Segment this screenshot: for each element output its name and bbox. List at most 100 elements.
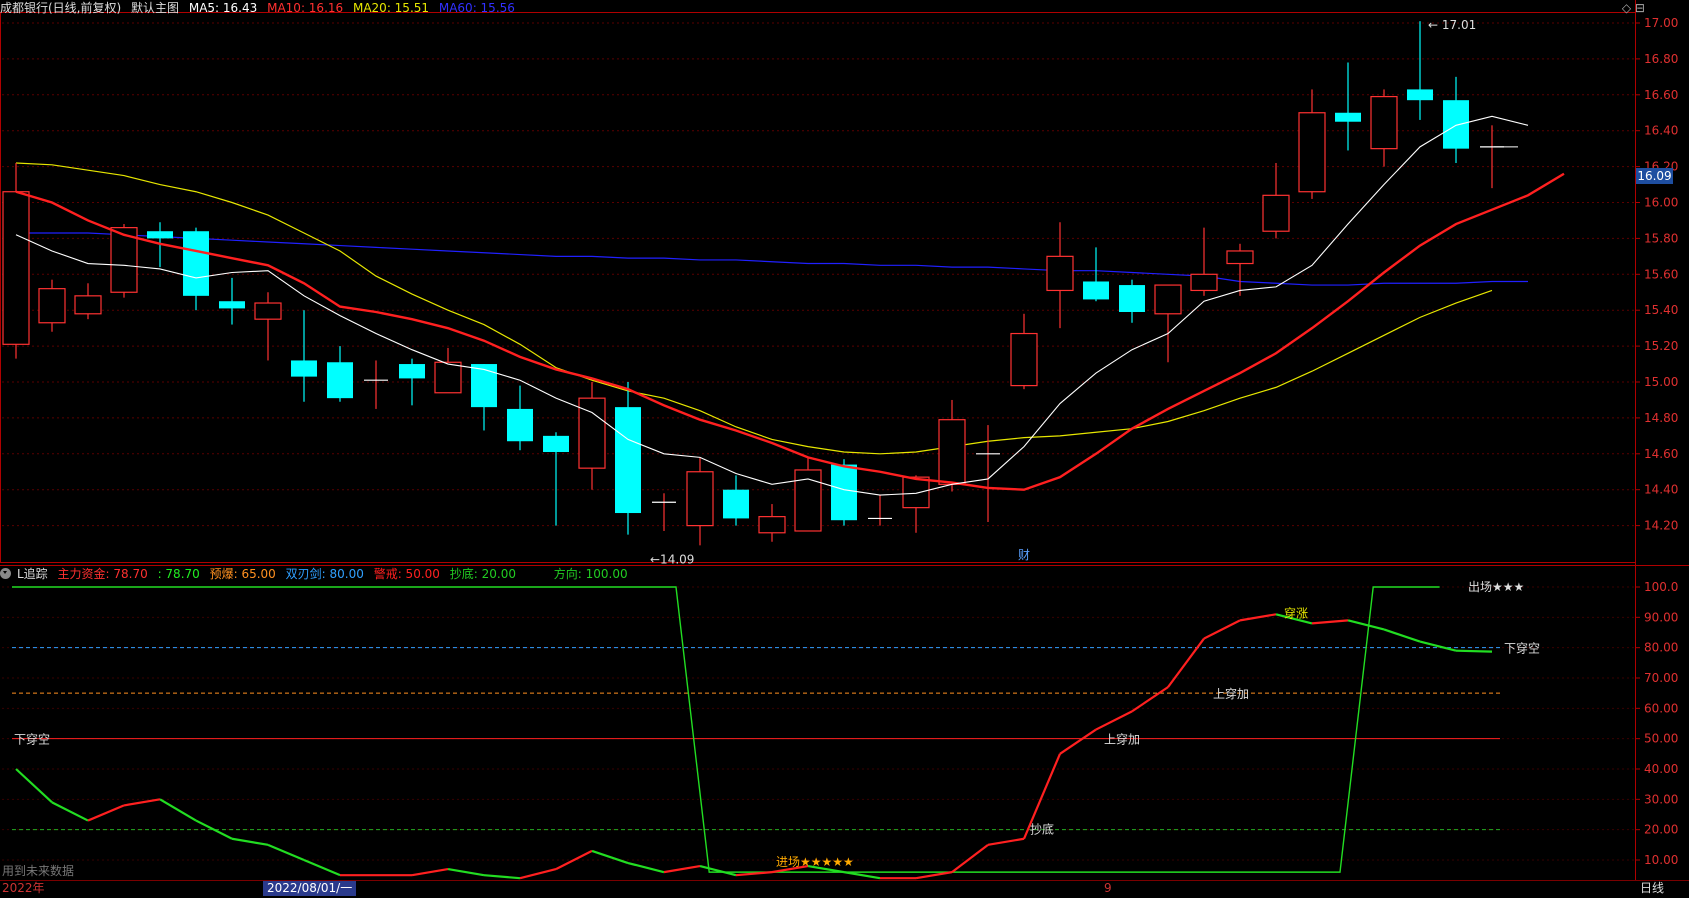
main-fund-segment [1131, 686, 1169, 713]
main-fund-segment [915, 871, 953, 880]
ma60-line [16, 232, 1528, 286]
signal-entry-label: 进场★★★★★ [776, 855, 854, 869]
stock-title[interactable]: 成都银行(日线,前复权) [0, 1, 121, 15]
main-fund-segment [951, 843, 989, 874]
signal-exit-label: 出场★★★ [1468, 580, 1524, 594]
month-mark: 9 [1104, 881, 1112, 895]
candle-body-down [147, 231, 173, 239]
main-fund-segment [1239, 613, 1277, 622]
main-tick-label: 15.80 [1644, 231, 1678, 245]
indicator-header: L追踪 主力资金: 78.70 : 78.70 预爆: 65.00 双刃剑: 8… [0, 566, 634, 582]
ind-tick-label: 100.0 [1644, 580, 1678, 594]
chart-name[interactable]: 默认主图 [131, 1, 179, 15]
main-fund-segment [87, 804, 125, 822]
ind-tick-label: 10.00 [1644, 853, 1678, 867]
main-fund-segment [123, 798, 161, 807]
candle-body-down [183, 231, 209, 296]
candle-body-up [1190, 273, 1218, 292]
jingjie-value: 警戒: 50.00 [373, 567, 440, 581]
ind-tick-label: 90.00 [1644, 610, 1678, 624]
shuangren-value: 双刃剑: 80.00 [285, 567, 364, 581]
ind-tick-label: 60.00 [1644, 701, 1678, 715]
main-fund-segment [51, 801, 89, 822]
candle-body-down [831, 464, 857, 521]
candle-body-up [434, 361, 462, 394]
ind-tick-label: 70.00 [1644, 671, 1678, 685]
main-tick-label: 15.60 [1644, 267, 1678, 281]
low-price-label: ←14.09 [650, 552, 694, 566]
candle-body-up [1370, 95, 1398, 150]
candle-body-up [1154, 284, 1182, 315]
main-fund-segment [1455, 649, 1493, 653]
signal-add-label-1: 上穿加 [1104, 732, 1140, 747]
ind-tick-label: 30.00 [1644, 792, 1678, 806]
ind-tick-label: 40.00 [1644, 762, 1678, 776]
main-fund-segment [1311, 619, 1349, 625]
zhuli2-value: : 78.70 [157, 567, 200, 581]
candle-body-down [291, 360, 317, 377]
current-price-tag: 16.09 [1636, 168, 1673, 184]
indicator-menu-icon[interactable] [0, 568, 11, 579]
main-tick-label: 15.00 [1644, 375, 1678, 389]
candle-body-down [471, 364, 497, 408]
indicator-name[interactable]: L追踪 [17, 567, 48, 581]
candle-body-down [1443, 100, 1469, 149]
candle-body-up [686, 471, 714, 527]
chart-canvas: 17.0016.8016.6016.4016.2016.0015.8015.60… [0, 0, 1689, 880]
main-tick-label: 16.80 [1644, 52, 1678, 66]
signal-short-label-right: 下穿空 [1504, 641, 1540, 656]
candle-body-up [74, 295, 102, 315]
ma5-value: MA5: 16.43 [188, 1, 258, 15]
candle-body-down [507, 408, 533, 442]
main-fund-segment [1419, 640, 1457, 652]
candle-body-up [254, 302, 282, 320]
main-fund-segment [231, 837, 269, 846]
future-data-note: 用到未来数据 [2, 864, 75, 878]
main-fund-segment [15, 768, 53, 804]
main-fund-segment [483, 874, 521, 880]
ma10-line [15, 172, 1565, 491]
candle-body-down [219, 301, 245, 309]
ind-tick-label: 20.00 [1644, 823, 1678, 837]
candle-body-up [2, 191, 30, 345]
signal-add-label-2: 上穿加 [1213, 686, 1249, 701]
candle-body-up [1262, 194, 1290, 232]
ma20-value: MA20: 15.51 [352, 1, 430, 15]
main-fund-segment [1383, 628, 1421, 643]
main-fund-segment [519, 868, 557, 880]
period-selector[interactable]: 日线 [1640, 880, 1664, 897]
main-fund-segment [627, 861, 665, 874]
candle-body-up [1226, 250, 1254, 265]
main-chart-header: 成都银行(日线,前复权) 默认主图 MA5: 16.43 MA10: 16.16… [0, 0, 521, 16]
main-tick-label: 16.60 [1644, 88, 1678, 102]
main-tick-label: 15.40 [1644, 303, 1678, 317]
main-tick-label: 14.40 [1644, 483, 1678, 497]
candle-body-up [902, 476, 930, 509]
candle-body-up [1298, 112, 1326, 193]
ind-tick-label: 50.00 [1644, 732, 1678, 746]
main-fund-segment [411, 868, 449, 877]
main-fund-segment [159, 798, 197, 822]
main-fund-segment [447, 868, 485, 877]
main-tick-label: 14.60 [1644, 447, 1678, 461]
ma60-value: MA60: 15.56 [438, 1, 515, 15]
candle-body-down [723, 489, 749, 519]
main-tick-label: 14.20 [1644, 519, 1678, 533]
main-fund-segment [699, 865, 737, 877]
candle-body-up [938, 419, 966, 485]
ind-tick-label: 80.00 [1644, 641, 1678, 655]
fangxiang-value: 方向: 100.00 [553, 567, 628, 581]
date-axis-bar[interactable] [0, 880, 1689, 898]
signal-short-label-left: 下穿空 [14, 732, 50, 747]
main-tick-label: 16.40 [1644, 124, 1678, 138]
main-fund-segment [267, 843, 305, 862]
ma10-value: MA10: 16.16 [267, 1, 344, 15]
candle-body-down [1119, 285, 1145, 312]
high-price-label: ← 17.01 [1428, 18, 1476, 32]
window-controls[interactable]: ◇ ⊟ [1622, 1, 1645, 15]
candle-body-down [1083, 281, 1109, 300]
candle-body-up [758, 516, 786, 534]
main-tick-label: 15.20 [1644, 339, 1678, 353]
main-fund-segment [663, 864, 701, 874]
selected-date: 2022/08/01/一 [263, 881, 357, 896]
